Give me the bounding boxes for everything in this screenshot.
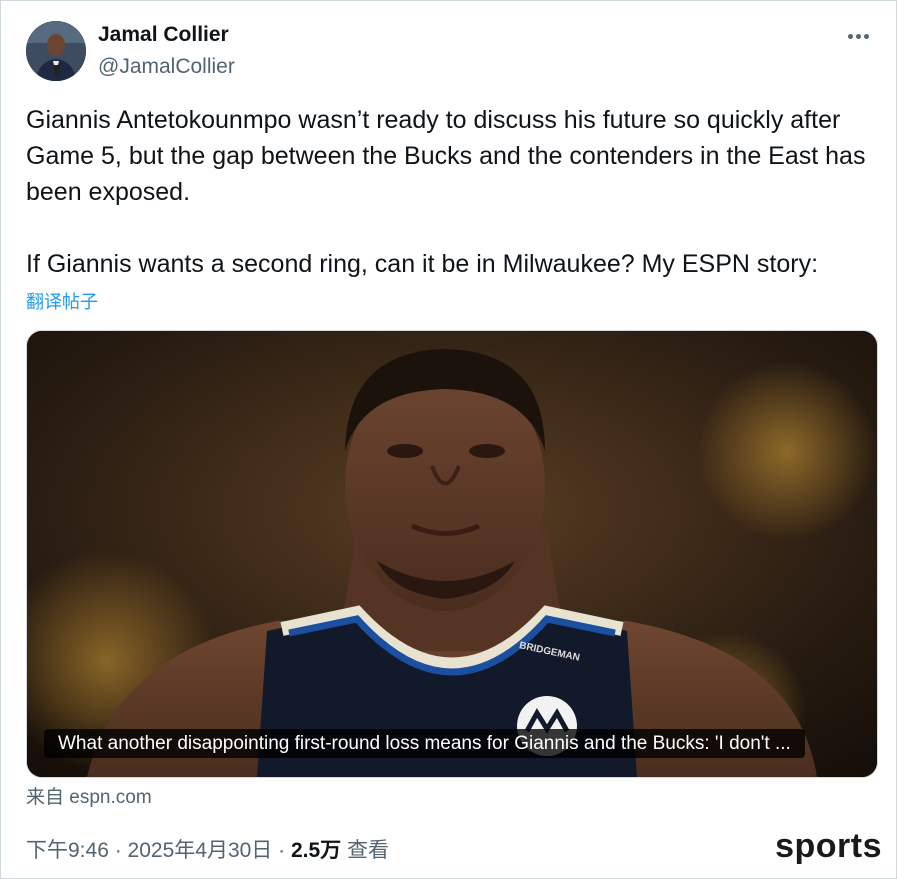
view-count[interactable]: 2.5万	[291, 839, 341, 862]
link-card[interactable]: BRIDGEMAN What another disappointing fir…	[26, 330, 878, 778]
author-handle[interactable]: @JamalCollier	[98, 55, 235, 79]
link-source[interactable]: 来自 espn.com	[26, 782, 152, 809]
link-card-caption: What another disappointing first-round l…	[44, 729, 805, 758]
article-photo: BRIDGEMAN	[27, 331, 877, 777]
view-label: 查看	[341, 839, 390, 862]
tweet-card: Jamal Collier @JamalCollier Giannis Ante…	[0, 0, 897, 879]
avatar-image	[26, 21, 86, 81]
meta-separator: ·	[108, 839, 128, 862]
tweet-meta: 下午9:46 · 2025年4月30日 · 2.5万 查看	[26, 834, 389, 864]
tweet-time[interactable]: 下午9:46	[26, 839, 109, 862]
author-name[interactable]: Jamal Collier	[98, 23, 229, 47]
avatar[interactable]	[26, 21, 86, 81]
tweet-paragraph-1: Giannis Antetokounmpo wasn’t ready to di…	[26, 106, 866, 206]
translate-post-link[interactable]: 翻译帖子	[26, 288, 98, 314]
dot	[856, 34, 861, 39]
dot	[848, 34, 853, 39]
tweet-text: Giannis Antetokounmpo wasn’t ready to di…	[26, 102, 876, 282]
tweet-date[interactable]: 2025年4月30日	[128, 839, 273, 862]
dot	[864, 34, 869, 39]
more-horizontal-icon[interactable]	[844, 25, 874, 47]
tweet-paragraph-2: If Giannis wants a second ring, can it b…	[26, 250, 819, 278]
meta-separator: ·	[272, 839, 291, 862]
watermark-logo: sports	[775, 827, 882, 865]
